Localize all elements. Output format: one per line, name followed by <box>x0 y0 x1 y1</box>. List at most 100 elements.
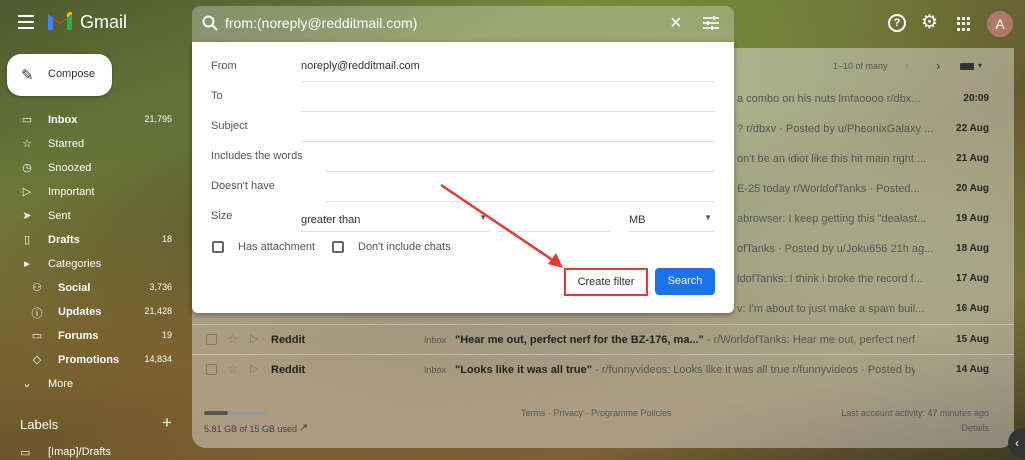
footer-links[interactable]: Terms · Privacy · Programme Policies <box>521 408 672 418</box>
size-value-input[interactable] <box>498 210 610 232</box>
checkbox-box[interactable] <box>212 241 224 253</box>
sidebar-item-more[interactable]: ⌄ More <box>0 372 180 396</box>
compose-button[interactable]: ✎ Compose <box>7 54 112 96</box>
label-icon: ▭ <box>20 447 31 459</box>
people-icon: ⚇ <box>32 282 42 294</box>
mail-snippet[interactable]: v: I'm about to just make a spam buil... <box>737 303 947 315</box>
label-item-imap-drafts[interactable]: [Imap]/Drafts <box>48 446 111 458</box>
table-row[interactable]: ☆ ▷ Reddit Inbox "Hear me out, perfect n… <box>192 324 1014 354</box>
show-side-panel-icon[interactable]: ‹ <box>1008 428 1025 458</box>
sidebar-item-count: 3,736 <box>149 282 172 292</box>
mail-date: 20 Aug <box>956 183 989 194</box>
pencil-icon: ✎ <box>21 67 34 84</box>
doesnt-have-row[interactable]: Doesn't have <box>211 178 715 202</box>
sidebar-item-sent[interactable]: ➤ Sent <box>0 204 180 228</box>
sidebar-item-categories[interactable]: ▸ Categories <box>0 252 180 276</box>
from-row[interactable]: From noreply@redditmail.com <box>211 58 715 82</box>
mail-snippet[interactable]: ? r/dbxv · Posted by u/PheonixGalaxy ... <box>737 123 947 135</box>
from-underline <box>301 81 715 82</box>
search-options-icon[interactable] <box>702 15 720 31</box>
mail-snippet[interactable]: E-25 today r/WorldofTanks · Posted... <box>737 183 947 195</box>
main-menu-icon[interactable] <box>18 15 34 29</box>
mail-snippet[interactable]: a combo on his nuts lmfaoooo r/dbx... <box>737 93 947 105</box>
sidebar-item-count: 21,795 <box>144 114 172 124</box>
checkbox-box[interactable] <box>332 241 344 253</box>
sidebar-item-promotions[interactable]: ◇ Promotions 14,834 <box>0 348 180 372</box>
doesnt-have-input[interactable] <box>325 201 715 202</box>
open-external-icon[interactable]: ↗ <box>299 421 308 434</box>
chevron-left-icon[interactable]: ‹ <box>905 58 909 73</box>
input-tools-icon[interactable] <box>960 63 974 70</box>
sidebar-item-inbox[interactable]: ▭ Inbox 21,795 <box>0 108 180 132</box>
gmail-logo-icon[interactable] <box>47 10 73 32</box>
star-icon: ☆ <box>22 138 32 150</box>
mail-snippet[interactable]: ldofTanks: I think i broke the record f.… <box>737 273 947 285</box>
labels-header: Labels <box>20 417 59 432</box>
size-unit-select[interactable]: MB ▼ <box>629 210 714 232</box>
account-avatar[interactable]: A <box>987 11 1013 37</box>
sidebar-item-snoozed[interactable]: ◷ Snoozed <box>0 156 180 180</box>
mail-preview: - r/WorldofTanks: Hear me out, perfect n… <box>703 334 915 346</box>
star-icon[interactable]: ☆ <box>227 362 238 376</box>
send-icon: ➤ <box>22 210 32 222</box>
important-marker-icon[interactable]: ▷ <box>250 362 258 375</box>
sidebar-item-drafts[interactable]: ▯ Drafts 18 <box>0 228 180 252</box>
top-bar: Gmail from:(noreply@redditmail.com) × ? … <box>0 0 1025 48</box>
size-operator-select[interactable]: greater than ▼ <box>301 210 489 232</box>
sidebar-item-updates[interactable]: ⓘ Updates 21,428 <box>0 300 180 324</box>
mail-snippet[interactable]: ofTanks · Posted by u/Joku656 21h ag... <box>737 243 947 255</box>
storage-usage: 5.81 GB of 15 GB used <box>204 424 298 434</box>
subject-label: Subject <box>211 120 248 132</box>
sidebar-item-starred[interactable]: ☆ Starred <box>0 132 180 156</box>
row-checkbox[interactable] <box>206 364 217 375</box>
subject-input[interactable] <box>301 141 715 142</box>
mail-snippet[interactable]: abrowser: I keep getting this "dealast..… <box>737 213 947 225</box>
mail-date: 22 Aug <box>956 123 989 134</box>
sidebar-item-label: Updates <box>58 306 102 318</box>
sender: Reddit <box>271 364 306 376</box>
help-icon[interactable]: ? <box>888 14 906 32</box>
sidebar-item-social[interactable]: ⚇ Social 3,736 <box>0 276 180 300</box>
sidebar-item-forums[interactable]: ▭ Forums 19 <box>0 324 180 348</box>
chevron-right-icon[interactable]: › <box>936 58 940 73</box>
search-bar[interactable]: from:(noreply@redditmail.com) × <box>192 6 734 42</box>
mail-date: 18 Aug <box>956 243 989 254</box>
caret-down-icon[interactable]: ▾ <box>978 61 982 70</box>
mail-snippet[interactable]: on't be an idiot like this hit main righ… <box>737 153 947 165</box>
size-operator-value: greater than <box>301 214 361 226</box>
table-row[interactable]: ☆ ▷ Reddit Inbox "Looks like it was all … <box>192 354 1014 384</box>
mail-date: 21 Aug <box>956 153 989 164</box>
search-query[interactable]: from:(noreply@redditmail.com) <box>225 15 417 31</box>
sidebar-item-label: Starred <box>48 138 85 150</box>
to-input[interactable] <box>301 111 715 112</box>
sidebar-item-label: Promotions <box>58 354 120 366</box>
star-icon[interactable]: ☆ <box>227 332 238 346</box>
google-apps-icon[interactable] <box>957 17 971 31</box>
search-button[interactable]: Search <box>655 268 715 295</box>
sidebar-item-important[interactable]: ▷ Important <box>0 180 180 204</box>
sidebar-item-count: 14,834 <box>144 354 172 364</box>
from-input[interactable]: noreply@redditmail.com <box>301 60 420 72</box>
to-label: To <box>211 90 223 102</box>
search-icon[interactable] <box>202 15 218 31</box>
includes-words-input[interactable] <box>325 171 715 172</box>
last-activity: Last account activity: 47 minutes ago <box>841 408 989 418</box>
create-filter-button[interactable]: Create filter <box>569 273 643 291</box>
sender: Reddit <box>271 334 306 346</box>
size-label: Size <box>211 210 233 222</box>
clear-search-icon[interactable]: × <box>670 12 682 35</box>
important-marker-icon[interactable]: ▷ <box>250 332 258 345</box>
details-link[interactable]: Details <box>961 423 989 433</box>
subject-row[interactable]: Subject <box>211 118 715 142</box>
settings-gear-icon[interactable]: ⚙ <box>921 11 938 34</box>
add-label-icon[interactable]: + <box>162 413 172 433</box>
row-checkbox[interactable] <box>206 334 217 345</box>
from-label: From <box>211 60 237 72</box>
includes-words-row[interactable]: Includes the words <box>211 148 715 172</box>
sidebar-item-label: Drafts <box>48 234 80 246</box>
to-row[interactable]: To <box>211 88 715 112</box>
sidebar-item-label: Sent <box>48 210 71 222</box>
brand-name: Gmail <box>80 12 128 32</box>
has-attachment-label: Has attachment <box>238 241 316 253</box>
mail-snippet: "Hear me out, perfect nerf for the BZ-17… <box>455 334 915 346</box>
